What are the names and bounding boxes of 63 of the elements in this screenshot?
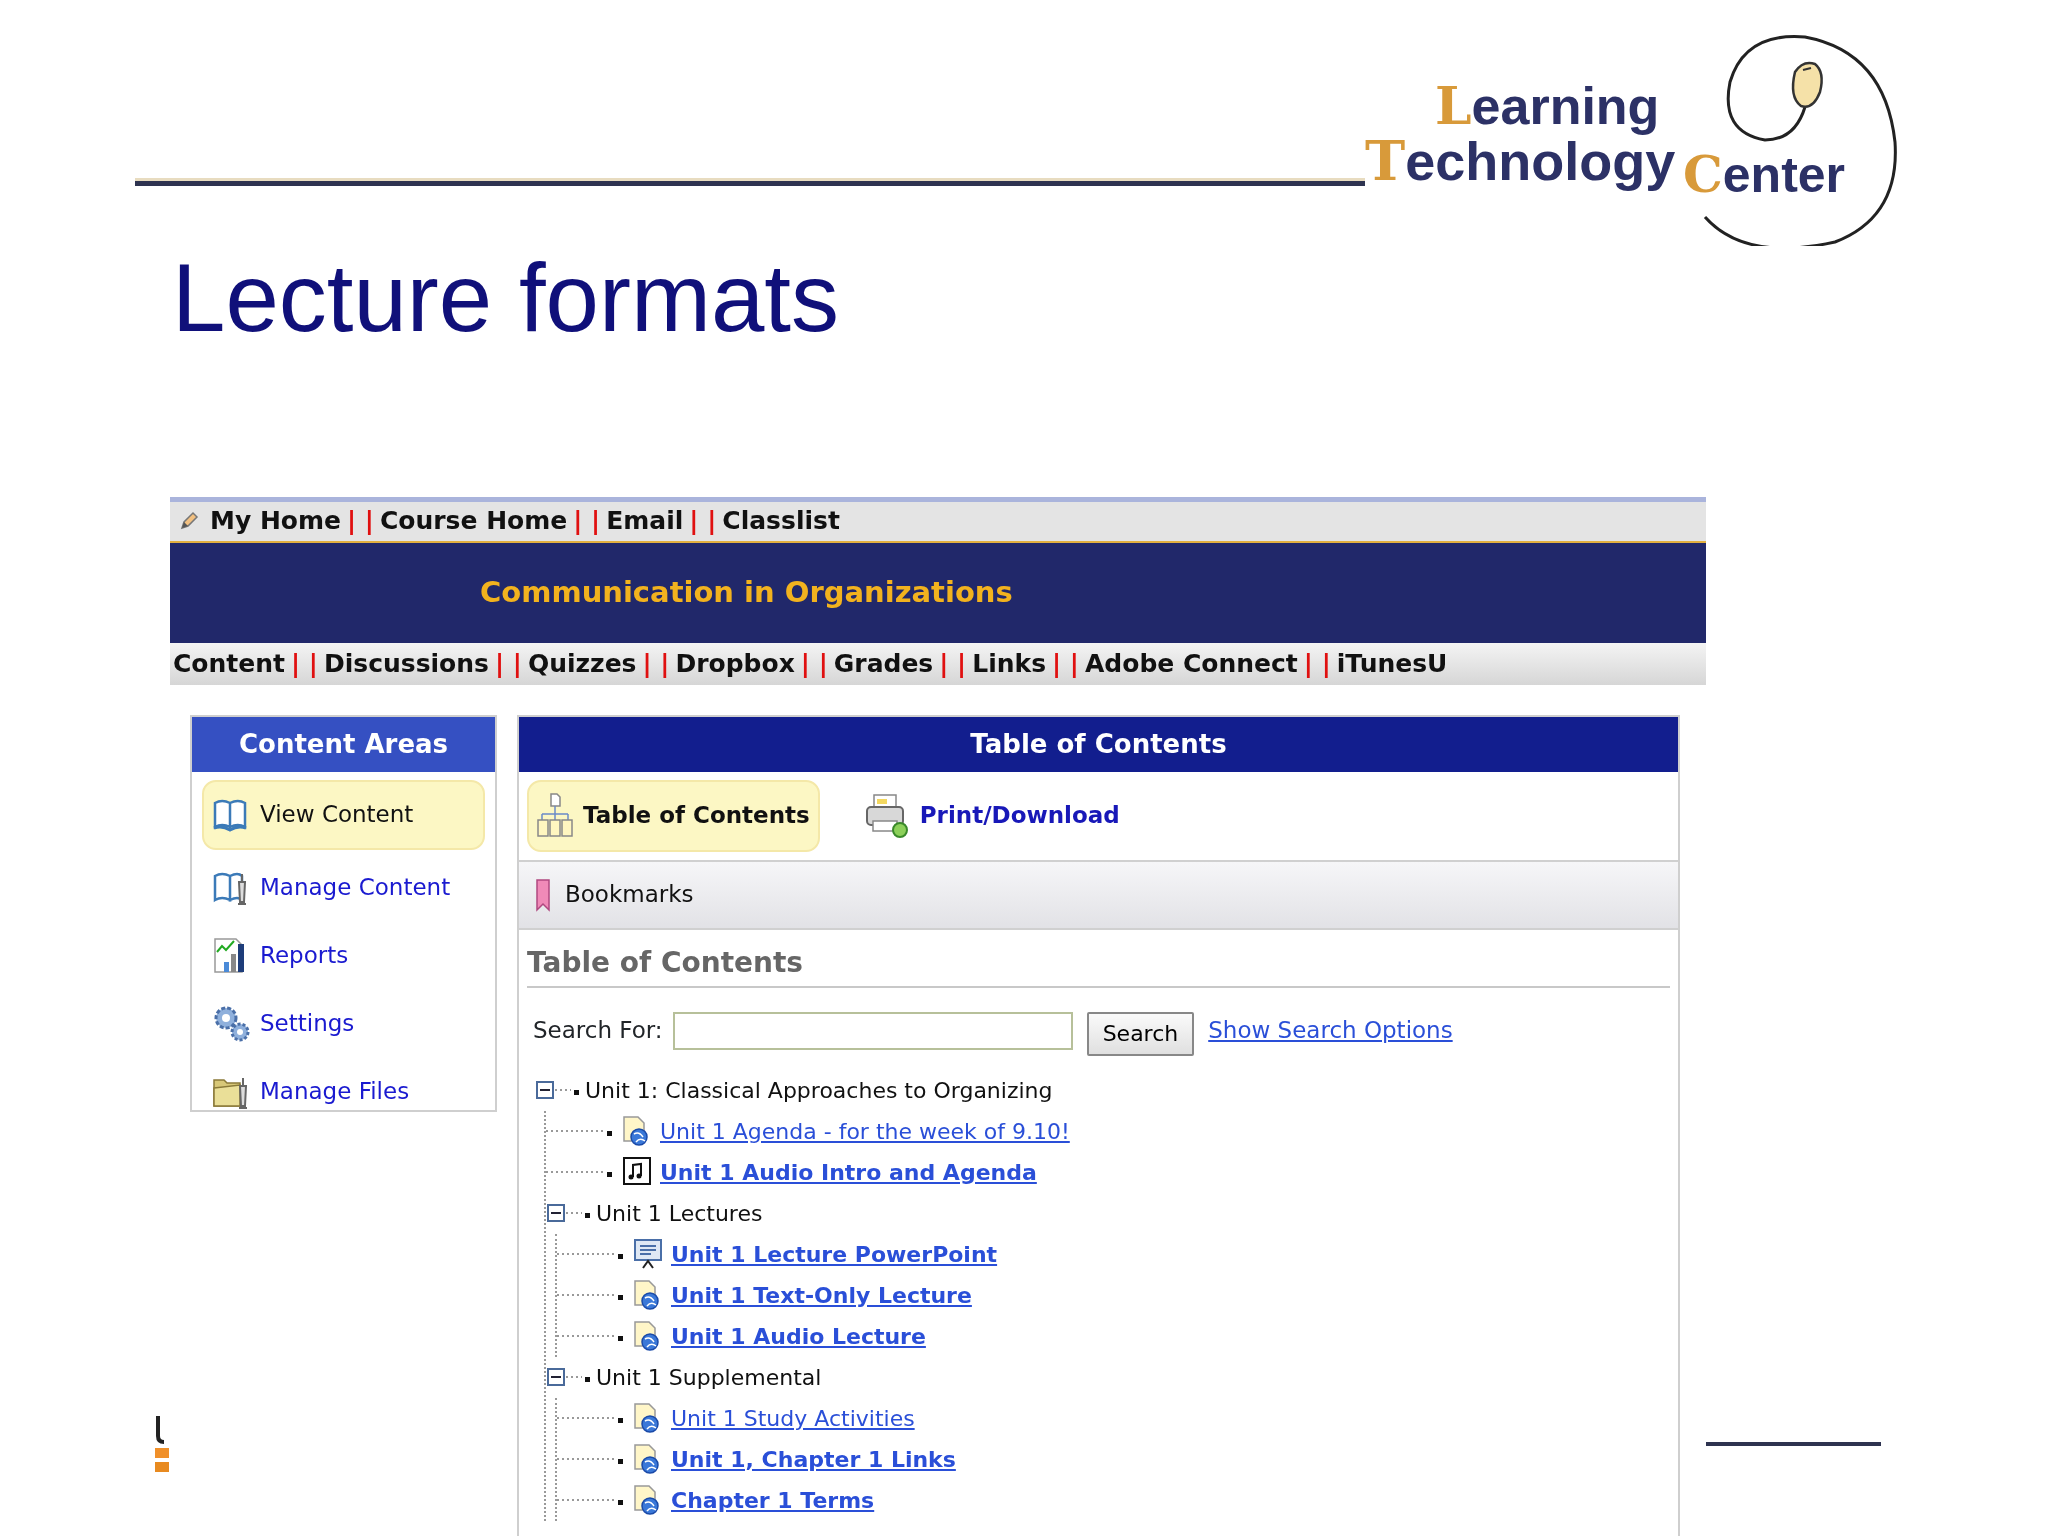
toolbar-tab[interactable]: Table of Contents: [527, 779, 820, 852]
nav-link[interactable]: iTunesU: [1336, 644, 1448, 683]
document-link[interactable]: Unit 1 Audio Lecture: [671, 1319, 926, 1353]
nav-link[interactable]: Dropbox: [675, 644, 795, 683]
document-link[interactable]: Unit 1 Agenda - for the week of 9.10!: [660, 1114, 1070, 1148]
sidebar-item[interactable]: Reports: [202, 925, 485, 986]
separator-text: | |: [347, 505, 374, 538]
separator-text: | |: [291, 647, 318, 680]
logo-text: Center: [1683, 150, 1846, 200]
document-link[interactable]: Unit 1 Lecture PowerPoint: [671, 1237, 998, 1271]
collapse-icon[interactable]: [546, 1367, 566, 1388]
nav-link[interactable]: Classlist: [722, 502, 840, 540]
printer-icon: [863, 792, 910, 839]
course-title: Communication in Organizations: [480, 573, 1013, 611]
hierarchy-icon: [537, 791, 573, 840]
document-link[interactable]: Chapter 1 Terms: [671, 1483, 875, 1517]
projector-screen-icon: [633, 1238, 663, 1271]
section-heading: Table of Contents: [527, 941, 1670, 988]
tree-connector: [557, 1253, 623, 1260]
folder-label: Unit 1: Classical Approaches to Organizing: [585, 1076, 1053, 1105]
panel-header: Table of Contents: [519, 716, 1678, 772]
toolbar-link[interactable]: Print/Download: [853, 779, 1130, 852]
nav-link[interactable]: Email: [606, 502, 684, 540]
bookmarks-link[interactable]: Bookmarks: [565, 877, 694, 912]
nav-link[interactable]: Discussions: [323, 644, 489, 683]
separator-text: | |: [689, 505, 717, 538]
collapse-icon[interactable]: [535, 1080, 555, 1101]
nav-link[interactable]: Content: [173, 644, 285, 683]
tree-connector: [557, 1417, 623, 1424]
sidebar-item[interactable]: View Content: [202, 779, 485, 850]
document-link[interactable]: Unit 1 Audio Intro and Agenda: [660, 1155, 1037, 1189]
tree-connector: [555, 1089, 579, 1096]
search-label: Search For:: [533, 1016, 663, 1046]
separator-text: | |: [494, 647, 522, 680]
panel-header: Content Areas: [192, 716, 495, 772]
nav-link[interactable]: Grades: [833, 644, 934, 683]
nav-link[interactable]: Links: [972, 644, 1047, 683]
search-button[interactable]: Search: [1086, 1011, 1195, 1056]
sidebar-item[interactable]: Manage Files: [202, 1061, 485, 1122]
nav-link[interactable]: Course Home: [379, 502, 568, 540]
separator-text: | |: [1303, 647, 1331, 680]
sidebar-item[interactable]: Settings: [202, 993, 485, 1054]
document-link[interactable]: Unit 1 Text-Only Lecture: [671, 1278, 972, 1312]
sidebar-item[interactable]: Manage Content: [202, 857, 485, 918]
slide-title: Lecture formats: [172, 245, 840, 351]
separator-text: | |: [939, 647, 967, 680]
nav-link[interactable]: My Home: [210, 502, 341, 540]
nav-link[interactable]: Adobe Connect: [1085, 644, 1298, 683]
folder-label: Unit 1 Supplemental: [596, 1363, 822, 1392]
tree-connector: [566, 1212, 590, 1219]
nav-link[interactable]: Quizzes: [527, 644, 637, 683]
separator-text: | |: [573, 505, 601, 538]
separator-text: | |: [800, 647, 828, 680]
collapse-icon[interactable]: [546, 1203, 566, 1224]
tree-connector: [566, 1376, 590, 1383]
separator-text: | |: [642, 647, 670, 680]
separator-text: | |: [1052, 647, 1079, 680]
document-link[interactable]: Unit 1 Study Activities: [671, 1401, 915, 1435]
search-options-link[interactable]: Show Search Options: [1208, 1013, 1453, 1048]
document-link[interactable]: Unit 1, Chapter 1 Links: [671, 1442, 956, 1476]
folder-label: Unit 1 Lectures: [596, 1199, 763, 1228]
search-field[interactable]: [672, 1011, 1073, 1050]
bookmark-icon: [535, 877, 551, 912]
